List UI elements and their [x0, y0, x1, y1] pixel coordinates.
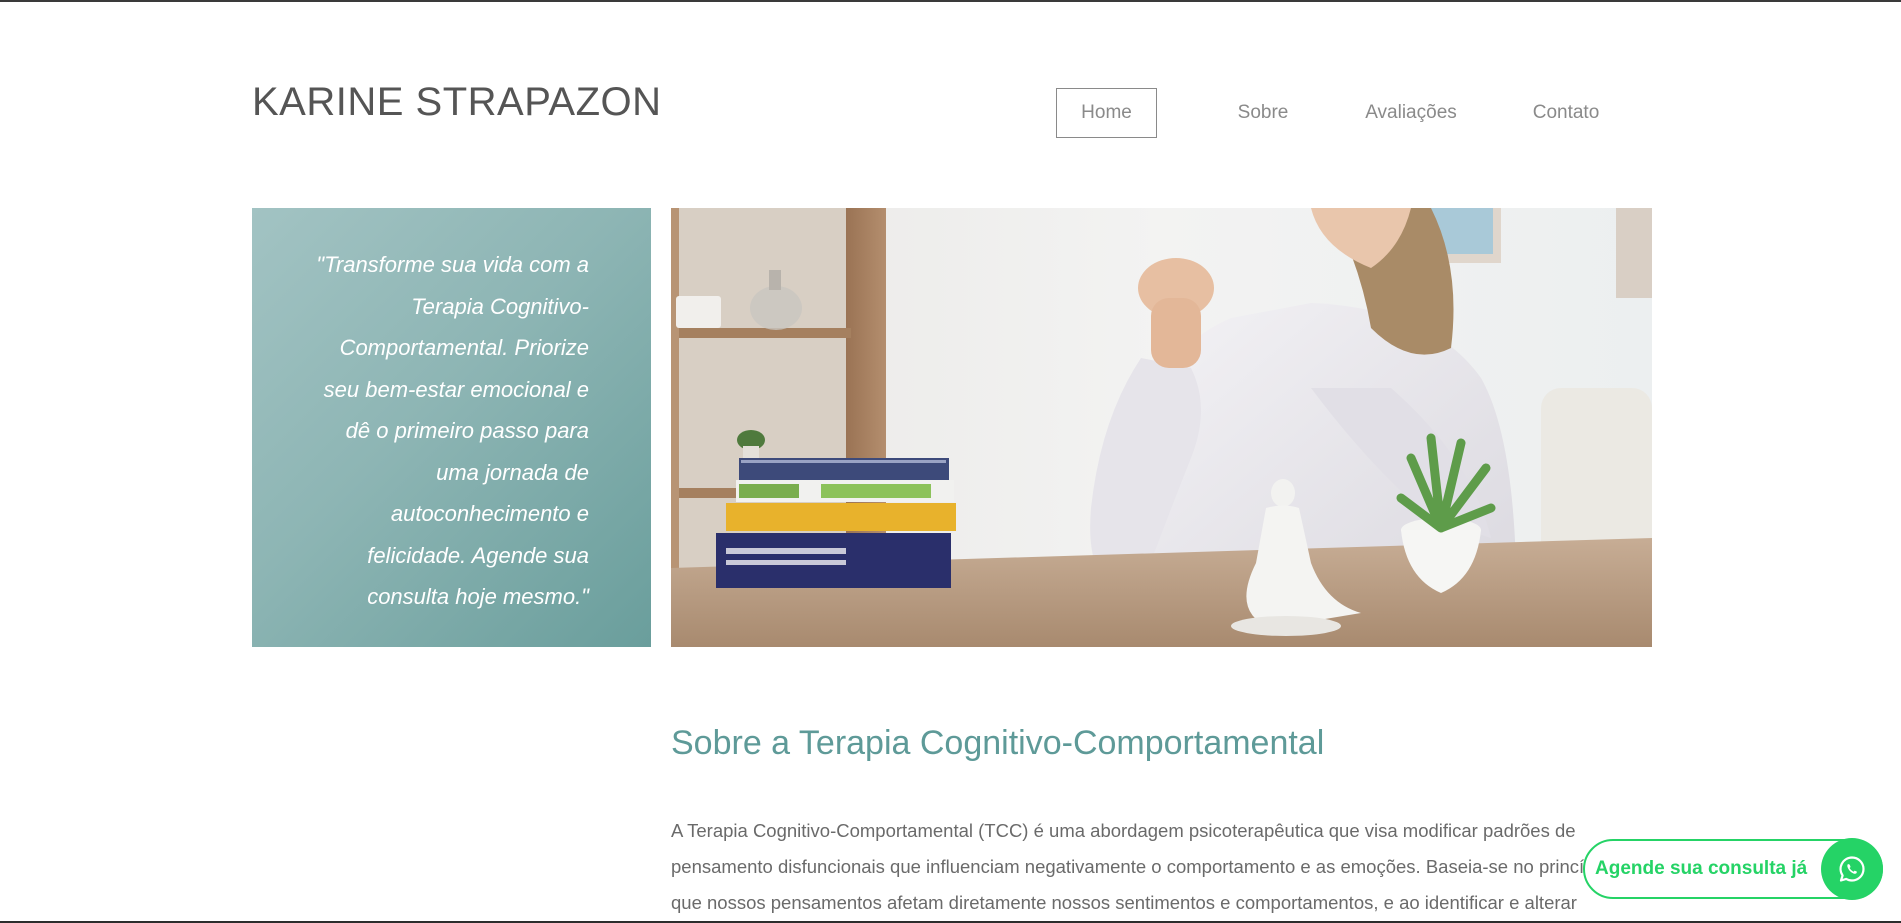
nav-contato[interactable]: Contato	[1508, 88, 1624, 138]
nav-home[interactable]: Home	[1056, 88, 1157, 138]
hero-quote-box: "Transforme sua vida com a Terapia Cogni…	[252, 208, 651, 647]
hero-quote: "Transforme sua vida com a Terapia Cogni…	[292, 244, 589, 618]
page: KARINE STRAPAZON Home Sobre Avaliações C…	[0, 0, 1901, 923]
quote-line: autoconhecimento e	[390, 501, 589, 526]
whatsapp-button[interactable]	[1821, 838, 1883, 900]
site-title[interactable]: KARINE STRAPAZON	[252, 80, 662, 125]
quote-line: felicidade. Agende sua	[367, 542, 589, 568]
hero-photo-illustration	[671, 208, 1652, 647]
whatsapp-icon	[1839, 856, 1865, 882]
quote-line: dê o primeiro passo para	[345, 418, 589, 443]
hero-photo	[671, 208, 1652, 647]
quote-line: seu bem-estar emocional e	[323, 376, 589, 402]
quote-line: consulta hoje mesmo."	[367, 584, 589, 609]
nav-sobre[interactable]: Sobre	[1218, 88, 1308, 138]
top-border	[0, 0, 1901, 2]
nav-avaliacoes[interactable]: Avaliações	[1350, 88, 1472, 138]
quote-line: "Transforme sua vida com a	[316, 252, 589, 277]
quote-line: uma jornada de	[436, 459, 589, 485]
section-title: Sobre a Terapia Cognitivo-Comportamental	[671, 724, 1325, 762]
quote-line: Comportamental. Priorize	[339, 335, 589, 360]
section-body: A Terapia Cognitivo-Comportamental (TCC)…	[671, 820, 1635, 913]
whatsapp-cta-label[interactable]: Agende sua consulta já	[1595, 841, 1807, 897]
quote-line: Terapia Cognitivo-	[411, 293, 589, 319]
